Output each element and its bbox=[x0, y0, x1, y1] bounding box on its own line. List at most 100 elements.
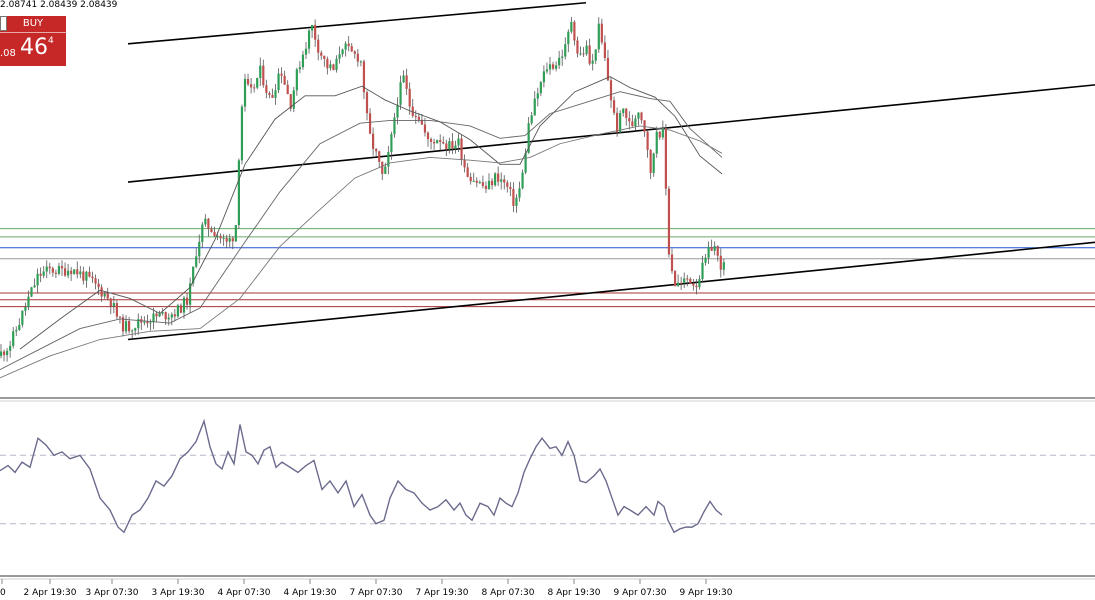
candle bbox=[381, 161, 384, 181]
candle-body bbox=[686, 278, 689, 280]
x-tick-label: 4 Apr 07:30 bbox=[218, 588, 271, 598]
oscillator-line bbox=[0, 418, 723, 534]
candle bbox=[710, 239, 713, 252]
candle bbox=[701, 255, 704, 282]
candle-body bbox=[240, 106, 244, 161]
candle-body bbox=[442, 142, 445, 144]
candle bbox=[551, 61, 555, 71]
candle bbox=[469, 172, 472, 185]
candle bbox=[210, 226, 213, 233]
candle bbox=[375, 148, 378, 156]
candle-body bbox=[79, 271, 82, 275]
trendline-0 bbox=[127, 1, 587, 45]
candle bbox=[280, 67, 283, 84]
candle bbox=[558, 50, 561, 69]
candle-body bbox=[695, 285, 698, 288]
candle bbox=[82, 266, 85, 285]
candle-body bbox=[356, 53, 359, 62]
candle bbox=[234, 224, 237, 243]
candle bbox=[515, 194, 518, 213]
candle-body bbox=[368, 113, 372, 134]
candle-body bbox=[536, 93, 539, 99]
candle bbox=[149, 319, 152, 331]
candle-body bbox=[131, 330, 134, 332]
candle bbox=[42, 265, 45, 279]
candle bbox=[606, 49, 610, 82]
candle bbox=[634, 115, 637, 131]
candle-body bbox=[497, 173, 500, 182]
candle bbox=[640, 111, 643, 124]
candle bbox=[253, 83, 256, 93]
candle-body bbox=[149, 322, 152, 324]
candle-body bbox=[530, 115, 533, 124]
candle bbox=[18, 318, 21, 331]
candle bbox=[625, 108, 628, 126]
x-tick-label: 3 Apr 07:30 bbox=[86, 588, 139, 598]
candle bbox=[704, 254, 707, 266]
candle-body bbox=[484, 185, 488, 190]
candle bbox=[506, 180, 509, 193]
candle-body bbox=[551, 64, 555, 69]
candle bbox=[204, 214, 207, 227]
candle-body bbox=[594, 49, 597, 61]
candle-body bbox=[600, 23, 603, 43]
candle bbox=[91, 271, 94, 283]
candle-body bbox=[365, 92, 369, 114]
candle bbox=[564, 37, 567, 60]
candle bbox=[411, 98, 414, 118]
candle-body bbox=[417, 116, 420, 120]
candle-body bbox=[341, 49, 344, 55]
candle-body bbox=[63, 268, 67, 276]
candle bbox=[314, 19, 317, 47]
candle bbox=[320, 50, 323, 60]
candle bbox=[576, 36, 579, 58]
candle bbox=[402, 70, 405, 83]
candle bbox=[442, 136, 445, 145]
candle-body bbox=[146, 321, 149, 324]
candle-body bbox=[518, 188, 521, 198]
candle bbox=[124, 315, 128, 335]
candle bbox=[472, 172, 475, 183]
candle-body bbox=[2, 351, 6, 356]
candle-body bbox=[670, 254, 674, 272]
candle bbox=[100, 284, 103, 302]
candle-body bbox=[0, 351, 3, 356]
candle bbox=[622, 108, 625, 117]
candle-body bbox=[350, 46, 353, 52]
candle bbox=[304, 41, 308, 60]
candle-body bbox=[359, 61, 362, 63]
candle-body bbox=[591, 60, 594, 64]
oscillator-pane bbox=[0, 418, 1095, 534]
candle bbox=[70, 266, 73, 281]
candle-body bbox=[33, 285, 36, 288]
candle bbox=[295, 67, 298, 96]
candle bbox=[170, 312, 173, 326]
candle-body bbox=[637, 112, 640, 119]
candle-body bbox=[27, 296, 30, 308]
candle bbox=[73, 269, 76, 275]
candle-body bbox=[295, 69, 298, 91]
candle-body bbox=[469, 176, 472, 182]
candle-body bbox=[545, 69, 549, 72]
candle-body bbox=[143, 321, 146, 323]
candle bbox=[271, 88, 274, 98]
candle bbox=[289, 93, 292, 112]
candle-body bbox=[265, 85, 268, 93]
candle bbox=[237, 158, 240, 229]
candle bbox=[158, 310, 161, 318]
candle bbox=[689, 277, 692, 285]
candle bbox=[570, 16, 573, 34]
candle bbox=[36, 268, 39, 293]
candle bbox=[12, 327, 15, 349]
candle-body bbox=[652, 153, 655, 173]
candle-body bbox=[326, 58, 329, 69]
candle bbox=[250, 78, 253, 94]
candle-body bbox=[433, 141, 436, 144]
x-tick-label: 9 Apr 07:30 bbox=[614, 588, 667, 598]
candle-body bbox=[30, 287, 33, 297]
candle bbox=[594, 49, 597, 65]
candle bbox=[585, 40, 588, 56]
candle-body bbox=[176, 305, 179, 317]
candle-body bbox=[234, 225, 237, 242]
candle bbox=[33, 278, 36, 288]
